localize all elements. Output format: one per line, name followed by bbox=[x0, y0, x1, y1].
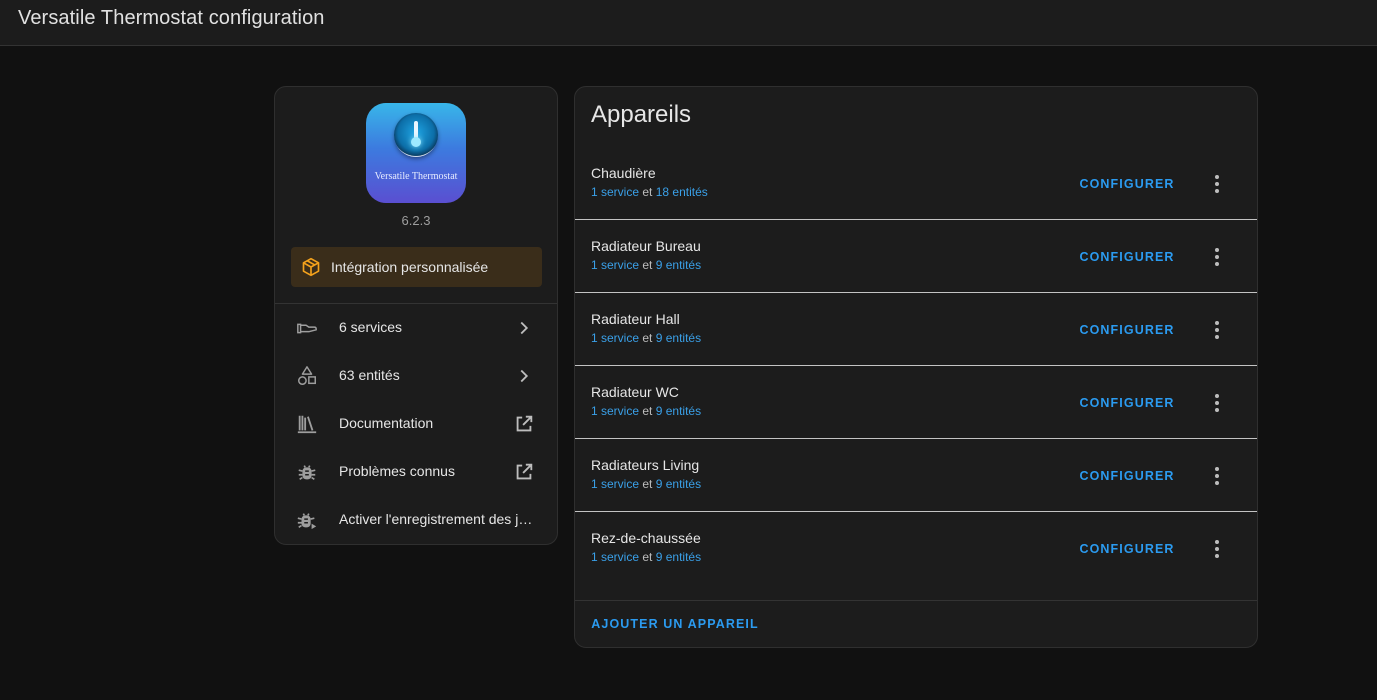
device-entities-link[interactable]: 9 entités bbox=[656, 550, 701, 564]
device-row[interactable]: Rez-de-chaussée 1 service et 9 entités C… bbox=[575, 512, 1257, 585]
integration-logo: Versatile Thermostat bbox=[366, 103, 466, 203]
more-options-icon[interactable] bbox=[1205, 318, 1229, 342]
device-services-link[interactable]: 1 service bbox=[591, 258, 639, 272]
more-options-icon[interactable] bbox=[1205, 391, 1229, 415]
add-device-button[interactable]: AJOUTER UN APPAREIL bbox=[591, 612, 759, 636]
custom-integration-badge: Intégration personnalisée bbox=[291, 247, 542, 287]
open-in-new-icon bbox=[516, 463, 533, 480]
device-entities-link[interactable]: 9 entités bbox=[656, 477, 701, 491]
package-icon bbox=[302, 257, 320, 277]
services-label: 6 services bbox=[339, 319, 403, 335]
known-issues-label: Problèmes connus bbox=[339, 463, 455, 479]
device-row[interactable]: Chaudière 1 service et 18 entités CONFIG… bbox=[575, 147, 1257, 220]
device-summary: 1 service et 9 entités bbox=[591, 331, 702, 345]
device-entities-link[interactable]: 18 entités bbox=[656, 185, 708, 199]
device-summary: 1 service et 9 entités bbox=[591, 477, 702, 491]
configure-button[interactable]: CONFIGURER bbox=[1075, 169, 1179, 199]
enable-debug-logging-link[interactable]: Activer l'enregistrement des journaux de… bbox=[275, 496, 557, 544]
page-title: Versatile Thermostat configuration bbox=[18, 7, 325, 29]
device-entities-link[interactable]: 9 entités bbox=[656, 331, 701, 345]
device-services-link[interactable]: 1 service bbox=[591, 477, 639, 491]
device-name: Chaudière bbox=[591, 165, 656, 181]
configure-button[interactable]: CONFIGURER bbox=[1075, 388, 1179, 418]
device-name: Rez-de-chaussée bbox=[591, 530, 701, 546]
services-link[interactable]: 6 services bbox=[275, 304, 557, 352]
device-row[interactable]: Radiateur Hall 1 service et 9 entités CO… bbox=[575, 293, 1257, 366]
bookshelf-icon bbox=[297, 415, 317, 434]
configure-button[interactable]: CONFIGURER bbox=[1075, 242, 1179, 272]
configure-button[interactable]: CONFIGURER bbox=[1075, 461, 1179, 491]
logo-text: Versatile Thermostat bbox=[374, 171, 458, 182]
device-services-link[interactable]: 1 service bbox=[591, 185, 639, 199]
card-actions-divider bbox=[575, 600, 1257, 601]
device-entities-link[interactable]: 9 entités bbox=[656, 404, 701, 418]
device-summary: 1 service et 9 entités bbox=[591, 550, 702, 564]
enable-debug-logging-label: Activer l'enregistrement des journaux de… bbox=[339, 511, 539, 527]
device-row[interactable]: Radiateur WC 1 service et 9 entités CONF… bbox=[575, 366, 1257, 439]
custom-badge-label: Intégration personnalisée bbox=[331, 259, 489, 275]
top-bar: Versatile Thermostat configuration bbox=[0, 0, 1377, 46]
device-row[interactable]: Radiateur Bureau 1 service et 9 entités … bbox=[575, 220, 1257, 293]
device-summary: 1 service et 18 entités bbox=[591, 185, 708, 199]
bug-play-icon bbox=[297, 513, 317, 530]
service-hand-icon bbox=[297, 323, 317, 334]
device-summary: 1 service et 9 entités bbox=[591, 404, 702, 418]
open-in-new-icon bbox=[516, 415, 533, 432]
configure-button[interactable]: CONFIGURER bbox=[1075, 534, 1179, 564]
entities-label: 63 entités bbox=[339, 367, 400, 383]
device-entities-link[interactable]: 9 entités bbox=[656, 258, 701, 272]
entities-link[interactable]: 63 entités bbox=[275, 352, 557, 400]
more-options-icon[interactable] bbox=[1205, 464, 1229, 488]
documentation-link[interactable]: Documentation bbox=[275, 400, 557, 448]
device-services-link[interactable]: 1 service bbox=[591, 404, 639, 418]
device-row[interactable]: Radiateurs Living 1 service et 9 entités… bbox=[575, 439, 1257, 512]
more-options-icon[interactable] bbox=[1205, 537, 1229, 561]
more-options-icon[interactable] bbox=[1205, 172, 1229, 196]
device-name: Radiateur WC bbox=[591, 384, 679, 400]
shapes-icon bbox=[298, 366, 316, 385]
known-issues-link[interactable]: Problèmes connus bbox=[275, 448, 557, 496]
more-options-icon[interactable] bbox=[1205, 245, 1229, 269]
chevron-right-icon bbox=[520, 321, 529, 335]
device-summary: 1 service et 9 entités bbox=[591, 258, 702, 272]
integration-info-card: Versatile Thermostat 6.2.3 Intégration p… bbox=[274, 86, 558, 545]
configure-button[interactable]: CONFIGURER bbox=[1075, 315, 1179, 345]
device-services-link[interactable]: 1 service bbox=[591, 331, 639, 345]
device-services-link[interactable]: 1 service bbox=[591, 550, 639, 564]
integration-version: 6.2.3 bbox=[401, 213, 431, 228]
device-name: Radiateurs Living bbox=[591, 457, 700, 473]
device-name: Radiateur Hall bbox=[591, 311, 680, 327]
bug-icon bbox=[298, 465, 316, 481]
device-name: Radiateur Bureau bbox=[591, 238, 701, 254]
devices-card: Appareils Chaudière 1 service et 18 enti… bbox=[574, 86, 1258, 648]
chevron-right-icon bbox=[520, 369, 529, 383]
devices-title: Appareils bbox=[591, 101, 692, 128]
documentation-label: Documentation bbox=[339, 415, 434, 431]
